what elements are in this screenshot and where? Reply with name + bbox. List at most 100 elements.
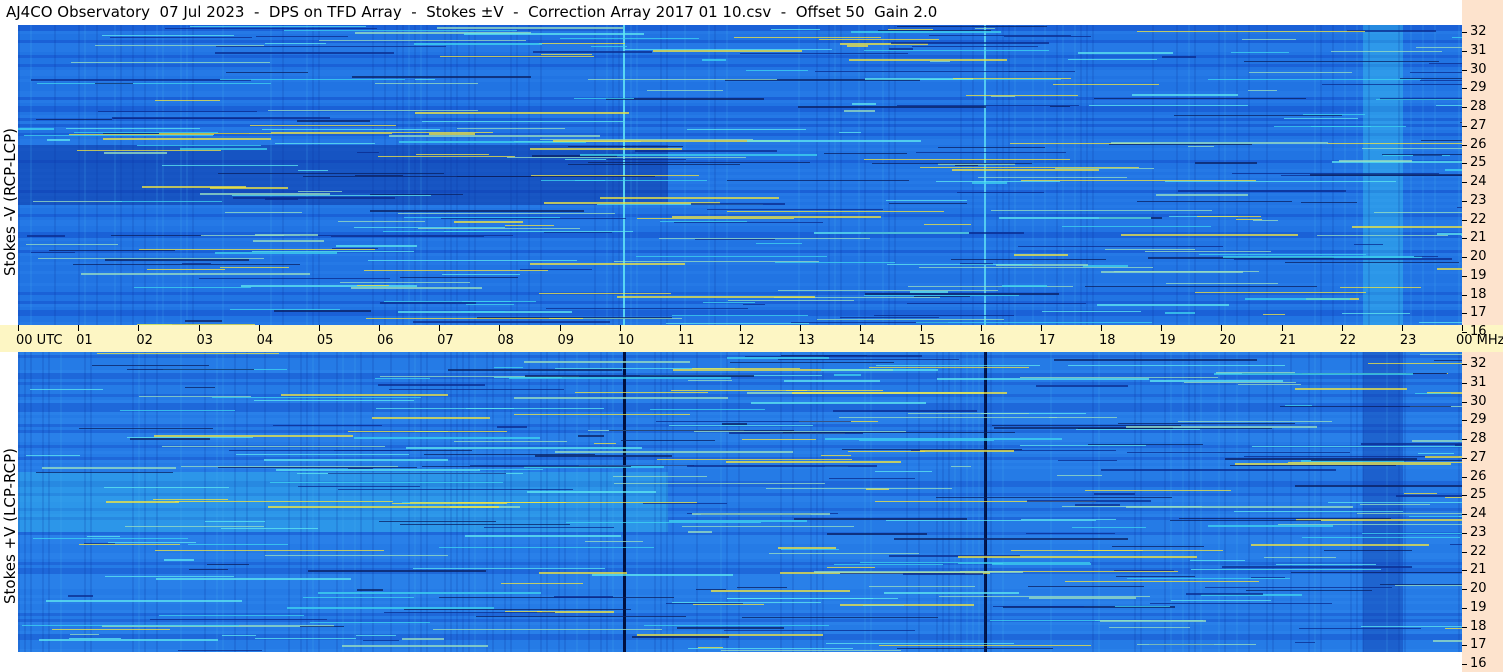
spectrogram-streak bbox=[978, 177, 1127, 178]
spectrogram-streak bbox=[531, 175, 699, 176]
spectrogram-streak bbox=[666, 323, 809, 324]
spectrogram-striation bbox=[828, 25, 830, 325]
spectrogram-streak bbox=[575, 392, 708, 393]
spectrogram-band bbox=[18, 73, 1462, 76]
spectrogram-band bbox=[18, 304, 1462, 307]
spectrogram-striation bbox=[1218, 25, 1220, 325]
spectrogram-streak bbox=[1004, 36, 1091, 37]
spectrogram-streak bbox=[357, 589, 383, 591]
spectrogram-streak bbox=[1299, 628, 1421, 629]
spectrogram-streak bbox=[1249, 72, 1352, 73]
spectrogram-streak bbox=[930, 61, 950, 62]
spectrogram-streak bbox=[1112, 546, 1204, 547]
time-tick-mark bbox=[679, 325, 681, 331]
spectrogram-streak bbox=[1230, 465, 1396, 466]
spectrogram-striation bbox=[186, 25, 188, 325]
spectrogram-streak bbox=[647, 90, 723, 91]
spectrogram-striation bbox=[426, 25, 428, 325]
spectrogram-streak bbox=[1127, 452, 1350, 453]
time-tick-label: 22 bbox=[1339, 333, 1357, 348]
spectrogram-streak bbox=[26, 244, 118, 245]
spectrogram-striation bbox=[1314, 352, 1316, 652]
spectrogram-striation bbox=[270, 25, 272, 325]
spectrogram-streak bbox=[33, 201, 122, 202]
spectrogram-streak bbox=[185, 387, 215, 388]
spectrogram-streak bbox=[68, 595, 93, 597]
spectrogram-streak bbox=[1452, 37, 1462, 38]
spectrogram-streak bbox=[355, 175, 403, 176]
spectrogram-streak bbox=[153, 499, 228, 500]
spectrogram-striation bbox=[30, 25, 32, 325]
spectrogram-streak bbox=[98, 111, 257, 112]
spectrogram-streak bbox=[688, 380, 732, 381]
spectrogram-streak bbox=[887, 264, 1032, 265]
spectrogram-streak bbox=[370, 194, 463, 195]
time-tick-mark bbox=[980, 325, 982, 331]
spectrogram-streak bbox=[66, 128, 200, 129]
freq-tick-label: 32 bbox=[1470, 356, 1487, 371]
spectrogram-streak bbox=[84, 543, 115, 544]
spectrogram-streak bbox=[1109, 144, 1252, 145]
freq-tick-mark bbox=[1462, 457, 1467, 459]
spectrogram-streak bbox=[225, 212, 302, 213]
spectrogram-streak bbox=[442, 274, 520, 275]
spectrogram-striation bbox=[1014, 25, 1016, 325]
time-tick-label: 03 bbox=[196, 333, 214, 348]
time-tick-label: 12 bbox=[738, 333, 755, 348]
spectrogram-streak bbox=[372, 417, 490, 419]
spectrogram-streak bbox=[1042, 311, 1141, 312]
spectrogram-streak bbox=[1197, 216, 1261, 217]
spectrogram-streak bbox=[1114, 570, 1174, 571]
spectrogram-streak bbox=[1100, 620, 1206, 622]
spectrogram-streak bbox=[139, 396, 251, 397]
spectrogram-streak bbox=[632, 636, 729, 638]
spectrogram-streak bbox=[621, 440, 715, 441]
spectrogram-streak bbox=[1354, 244, 1383, 245]
spectrogram-streak bbox=[694, 431, 906, 432]
spectrogram-streak bbox=[924, 224, 971, 225]
spectrogram-streak bbox=[688, 648, 853, 649]
spectrogram-striation bbox=[870, 352, 872, 652]
spectrogram-band bbox=[18, 58, 1462, 61]
spectrogram-streak bbox=[724, 630, 915, 631]
spectrogram-streak bbox=[698, 647, 723, 648]
spectrogram-streak bbox=[1191, 569, 1381, 570]
freq-tick-label: 27 bbox=[1470, 449, 1487, 465]
freq-tick-mark bbox=[1462, 626, 1467, 628]
spectrogram-striation bbox=[1080, 25, 1082, 325]
spectrogram-streak bbox=[888, 29, 933, 30]
spectrogram-streak bbox=[33, 538, 188, 539]
spectrogram-streak bbox=[637, 634, 823, 636]
freq-tick-mark bbox=[1462, 275, 1467, 277]
spectrogram-band bbox=[18, 205, 1462, 208]
freq-tick-label: 28 bbox=[1470, 99, 1487, 114]
spectrogram-streak bbox=[328, 473, 506, 474]
spectrogram-streak bbox=[1150, 380, 1283, 382]
spectrogram-band bbox=[18, 223, 1462, 226]
spectrogram-streak bbox=[298, 170, 328, 171]
spectrogram-streak bbox=[497, 426, 527, 428]
spectrogram-streak bbox=[155, 550, 384, 551]
spectrogram-streak bbox=[1374, 212, 1462, 213]
spectrogram-streak bbox=[541, 54, 592, 55]
spectrogram-streak bbox=[120, 410, 235, 411]
spectrogram-striation bbox=[1200, 352, 1202, 652]
spectrogram-streak bbox=[1400, 78, 1462, 79]
spectrogram-striation bbox=[96, 25, 98, 325]
spectrogram-streak bbox=[821, 455, 851, 456]
spectrogram-streak bbox=[792, 392, 1007, 394]
spectrogram-streak bbox=[46, 600, 242, 602]
spectrogram-streak bbox=[509, 377, 731, 379]
spectrogram-streak bbox=[1450, 544, 1462, 545]
spectrogram-streak bbox=[1094, 98, 1306, 99]
spectrogram-striation bbox=[1152, 25, 1154, 325]
spectrogram-streak bbox=[1165, 181, 1396, 182]
spectrogram-striation bbox=[1224, 352, 1226, 652]
spectrogram-streak bbox=[111, 235, 204, 236]
freq-tick-mark bbox=[1462, 107, 1467, 108]
spectrogram-streak bbox=[1162, 56, 1196, 58]
spectrogram-streak bbox=[864, 50, 1049, 51]
freq-tick-mark bbox=[1462, 313, 1467, 315]
spectrogram-band bbox=[18, 226, 1462, 229]
spectrogram-streak bbox=[580, 154, 817, 156]
